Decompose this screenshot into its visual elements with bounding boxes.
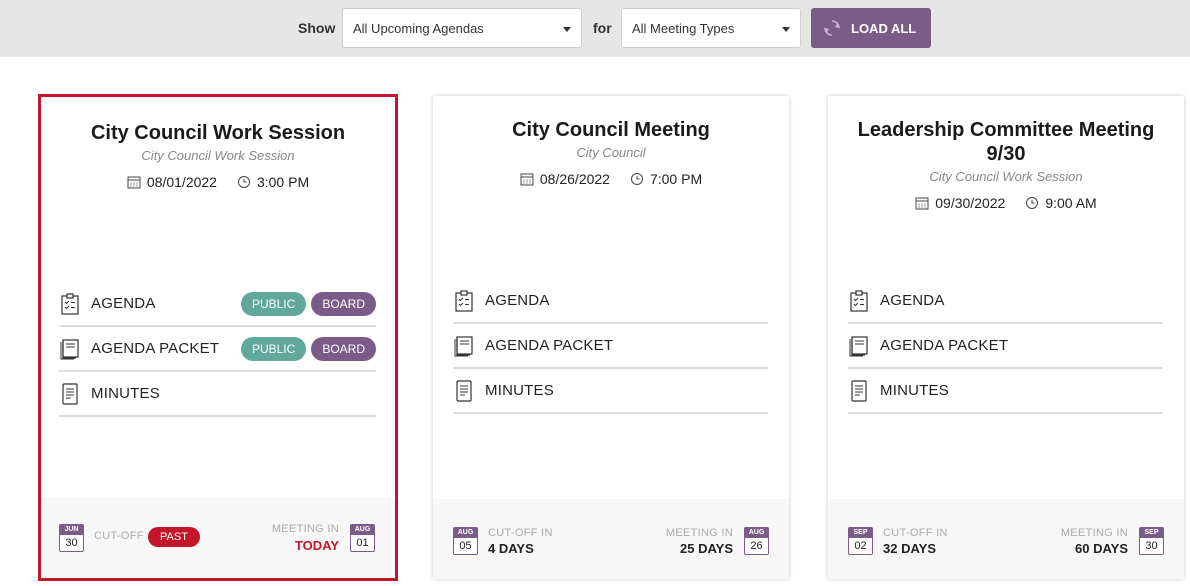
meeting-type-value: All Meeting Types: [632, 21, 735, 36]
agenda-range-select[interactable]: All Upcoming Agendas: [342, 8, 582, 48]
cutoff-label: CUT-OFF: [94, 530, 144, 542]
book-icon: [454, 335, 473, 356]
meeting-meta: 08/01/2022 3:00 PM: [41, 174, 395, 190]
meeting-type-select[interactable]: All Meeting Types: [621, 8, 801, 48]
doc-label: MINUTES: [91, 385, 160, 402]
doc-label: AGENDA: [91, 295, 156, 312]
past-badge: PAST: [148, 527, 200, 547]
document-list: AGENDA PUBLIC BOARD AGENDA PACKET PUBLIC…: [59, 282, 376, 417]
clock-icon: [237, 176, 250, 188]
doc-row-agenda[interactable]: AGENDA PUBLIC BOARD: [59, 282, 376, 327]
doc-row-agenda-packet[interactable]: AGENDA PACKET: [453, 324, 768, 369]
doc-row-agenda[interactable]: AGENDA: [848, 279, 1163, 324]
meeting-time: 7:00 PM: [630, 171, 702, 187]
meeting-card-1[interactable]: City Council Work Session City Council W…: [38, 94, 398, 581]
card-footer: AUG 05 CUT-OFF IN 4 DAYS MEETING IN 25 D…: [433, 499, 789, 579]
chevron-down-icon: [782, 27, 790, 32]
meeting-date: 08/01/2022: [127, 174, 217, 190]
agenda-range-value: All Upcoming Agendas: [353, 21, 484, 36]
doc-row-minutes[interactable]: MINUTES: [453, 369, 768, 414]
cutoff-label: CUT-OFF IN: [488, 527, 553, 539]
meeting-meta: 09/30/2022 9:00 AM: [828, 195, 1184, 211]
meeting-title: City Council Work Session: [90, 122, 346, 144]
doc-label: AGENDA PACKET: [880, 337, 1009, 354]
meeting-card-2[interactable]: City Council Meeting City Council 08/26/…: [433, 96, 789, 579]
cutoff-calendar: SEP 02: [848, 527, 873, 555]
meeting-calendar: SEP 30: [1139, 527, 1164, 555]
meeting-title: City Council Meeting: [512, 119, 710, 141]
load-all-button[interactable]: LOAD ALL: [811, 8, 931, 48]
document-icon: [851, 379, 867, 402]
checklist-icon: [455, 289, 473, 312]
cutoff-label: CUT-OFF IN: [883, 527, 948, 539]
refresh-icon: [824, 20, 840, 36]
document-list: AGENDA AGENDA PACKET MINUTES: [453, 279, 768, 414]
public-tag[interactable]: PUBLIC: [240, 292, 307, 316]
doc-row-minutes[interactable]: MINUTES: [59, 372, 376, 417]
load-all-label: LOAD ALL: [851, 20, 917, 36]
board-tag[interactable]: BOARD: [311, 292, 376, 316]
meeting-calendar: AUG 26: [744, 527, 769, 555]
doc-label: MINUTES: [880, 382, 949, 399]
document-list: AGENDA AGENDA PACKET MINUTES: [848, 279, 1163, 414]
meeting-in-label: MEETING IN: [665, 527, 733, 539]
doc-label: AGENDA PACKET: [91, 340, 220, 357]
cutoff-value: 32 DAYS: [883, 541, 936, 556]
calendar-icon: [520, 173, 534, 186]
meeting-time: 3:00 PM: [237, 174, 309, 190]
calendar-icon: [915, 197, 929, 210]
meeting-subtitle: City Council: [576, 145, 646, 160]
doc-label: MINUTES: [485, 382, 554, 399]
show-label: Show: [298, 20, 336, 36]
meeting-time: 9:00 AM: [1025, 195, 1097, 211]
meeting-calendar: AUG 01: [350, 524, 375, 552]
doc-row-agenda-packet[interactable]: AGENDA PACKET: [848, 324, 1163, 369]
meeting-title: Leadership Committee Meeting 9/30: [857, 119, 1155, 165]
meeting-in-value: TODAY: [294, 538, 339, 553]
meeting-in-value: 25 DAYS: [680, 541, 733, 556]
public-tag[interactable]: PUBLIC: [240, 337, 307, 361]
document-icon: [456, 379, 472, 402]
filter-bar: Show All Upcoming Agendas for All Meetin…: [0, 0, 1190, 57]
meeting-in-label: MEETING IN: [1060, 527, 1128, 539]
for-label: for: [593, 20, 612, 36]
meeting-subtitle: City Council Work Session: [929, 169, 1083, 184]
meeting-in-label: MEETING IN: [271, 523, 339, 535]
card-footer: JUN 30 CUT-OFF PAST MEETING IN TODAY AUG…: [41, 498, 395, 578]
meeting-card-3[interactable]: Leadership Committee Meeting 9/30 City C…: [828, 96, 1184, 579]
board-tag[interactable]: BOARD: [311, 337, 376, 361]
meeting-date: 08/26/2022: [520, 171, 610, 187]
doc-label: AGENDA: [880, 292, 945, 309]
document-icon: [62, 382, 78, 405]
book-icon: [849, 335, 868, 356]
checklist-icon: [61, 292, 79, 315]
meeting-date: 09/30/2022: [915, 195, 1005, 211]
clock-icon: [1026, 197, 1039, 209]
meeting-subtitle: City Council Work Session: [141, 148, 295, 163]
checklist-icon: [850, 289, 868, 312]
doc-row-agenda[interactable]: AGENDA: [453, 279, 768, 324]
meeting-meta: 08/26/2022 7:00 PM: [433, 171, 789, 187]
book-icon: [60, 338, 79, 359]
doc-row-minutes[interactable]: MINUTES: [848, 369, 1163, 414]
doc-label: AGENDA: [485, 292, 550, 309]
cutoff-calendar: AUG 05: [453, 527, 478, 555]
meeting-in-value: 60 DAYS: [1075, 541, 1128, 556]
calendar-icon: [127, 176, 141, 189]
chevron-down-icon: [563, 27, 571, 32]
cutoff-value: 4 DAYS: [488, 541, 534, 556]
clock-icon: [630, 173, 643, 185]
card-footer: SEP 02 CUT-OFF IN 32 DAYS MEETING IN 60 …: [828, 499, 1184, 579]
cutoff-calendar: JUN 30: [59, 524, 84, 552]
doc-label: AGENDA PACKET: [485, 337, 614, 354]
doc-row-agenda-packet[interactable]: AGENDA PACKET PUBLIC BOARD: [59, 327, 376, 372]
